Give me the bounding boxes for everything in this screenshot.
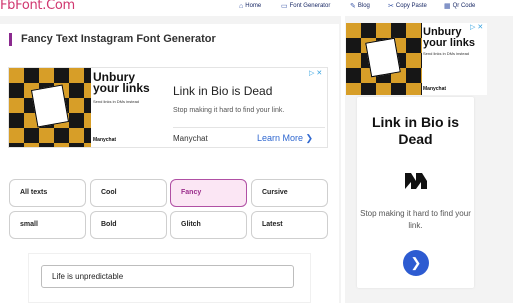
site-logo[interactable]: FbFont.Com xyxy=(0,0,75,13)
nav-item-font-generator[interactable]: ▭ Font Generator xyxy=(281,0,330,12)
banner-ad[interactable]: Unbury your links Send links in DMs inst… xyxy=(8,67,328,148)
sidebar-ad-arrow-button[interactable]: ❯ xyxy=(403,250,429,276)
page-title: Fancy Text Instagram Font Generator xyxy=(9,33,216,46)
ad-title[interactable]: Link in Bio is Dead xyxy=(173,84,272,98)
category-fancy[interactable]: Fancy xyxy=(170,179,247,207)
sidebar-ad-small-text: Send links in DMs instead xyxy=(423,51,470,56)
category-cool[interactable]: Cool xyxy=(90,179,167,207)
category-glitch[interactable]: Glitch xyxy=(170,211,247,239)
sidebar-ad-choices-icon[interactable]: ▷ ✕ xyxy=(470,23,483,31)
ad-illustration xyxy=(30,84,70,128)
ad-image[interactable]: Unbury your links Send links in DMs inst… xyxy=(9,68,161,147)
ad-brand: Manychat xyxy=(173,134,208,143)
top-navigation-bar: FbFont.Com ⌂ Home ▭ Font Generator ✎ Blog ✂… xyxy=(0,0,513,16)
nav-label-font-generator: Font Generator xyxy=(289,3,331,9)
text-input[interactable]: Life is unpredictable xyxy=(41,265,294,288)
nav-item-home[interactable]: ⌂ Home xyxy=(239,0,261,12)
nav-label-blog: Blog xyxy=(357,3,370,9)
nav-item-blog[interactable]: ✎ Blog xyxy=(350,0,370,12)
ad-learn-more-button[interactable]: Learn More ❯ xyxy=(257,133,313,144)
manychat-logo-icon xyxy=(405,173,427,189)
category-cursive[interactable]: Cursive xyxy=(251,179,328,207)
blog-icon: ✎ xyxy=(350,3,356,10)
monitor-icon: ▭ xyxy=(281,3,288,10)
category-small[interactable]: small xyxy=(9,211,86,239)
copy-paste-icon: ✂ xyxy=(388,3,394,10)
sidebar-ad-image[interactable]: Unbury your links Send links in DMs inst… xyxy=(346,23,487,95)
home-icon: ⌂ xyxy=(239,2,244,10)
category-bold[interactable]: Bold xyxy=(90,211,167,239)
category-all-texts[interactable]: All texts xyxy=(9,179,86,207)
sidebar-ad-title[interactable]: Link in Bio is Dead xyxy=(357,114,474,148)
ad-subtitle: Stop making it hard to find your link. xyxy=(173,107,285,114)
nav-label-qr-code: Qr Code xyxy=(452,3,476,9)
sidebar-ad-brand: Manychat xyxy=(423,86,447,92)
sidebar-ad-subtitle: Stop making it hard to find your link. xyxy=(360,209,471,230)
ad-divider xyxy=(173,127,325,128)
nav-label-home: Home xyxy=(245,3,262,9)
nav-label-copy-paste: Copy Paste xyxy=(395,3,427,9)
nav-item-qr-code[interactable]: ▦ Qr Code xyxy=(444,0,475,12)
nav-item-copy-paste[interactable]: ✂ Copy Paste xyxy=(388,0,427,12)
qr-code-icon: ▦ xyxy=(444,3,451,10)
ad-choices-icon[interactable]: ▷ ✕ xyxy=(309,69,322,77)
sidebar-ad-illustration xyxy=(365,37,401,78)
category-latest[interactable]: Latest xyxy=(251,211,328,239)
ad-image-small-text: Send links in DMs instead xyxy=(93,99,140,104)
ad-image-headline: Unbury your links xyxy=(93,70,150,95)
ad-image-brand: Manychat xyxy=(93,137,117,143)
